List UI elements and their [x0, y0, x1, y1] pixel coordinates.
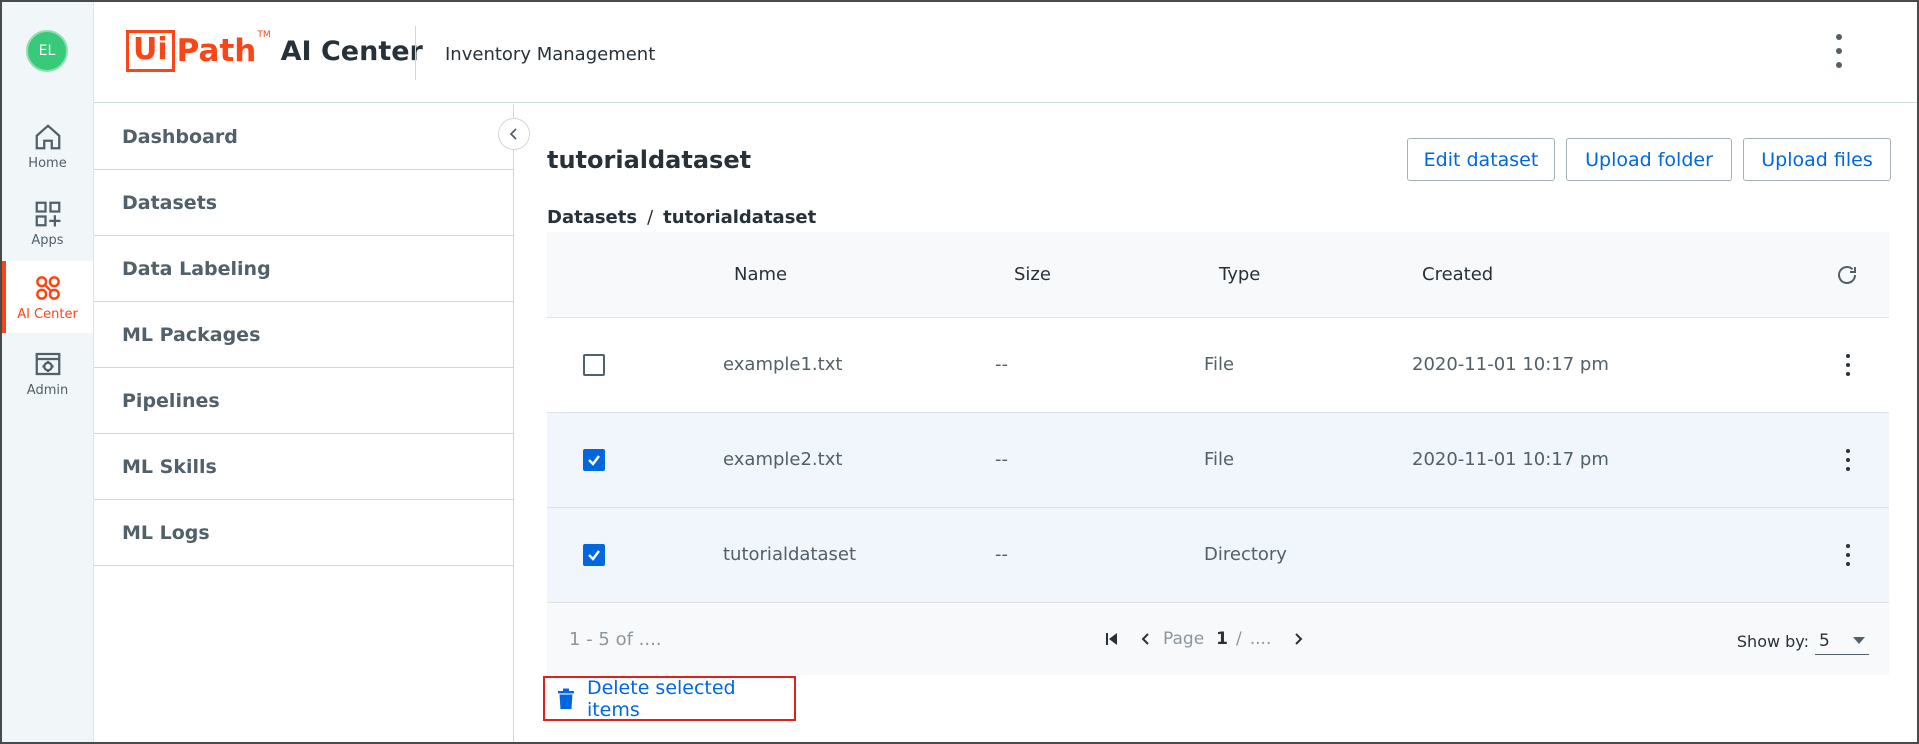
- page-number[interactable]: 1: [1216, 629, 1228, 649]
- breadcrumb-datasets[interactable]: Datasets: [547, 207, 637, 228]
- delete-selected-label: Delete selected items: [586, 676, 736, 721]
- upload-files-button[interactable]: Upload files: [1743, 138, 1891, 181]
- nav-item-data-labeling[interactable]: Data Labeling: [94, 236, 513, 302]
- row-checkbox[interactable]: [583, 544, 605, 566]
- table-row[interactable]: example2.txt -- File 2020-11-01 10:17 pm: [547, 413, 1889, 508]
- page-separator: /: [1236, 629, 1242, 649]
- table-header: Name Size Type Created: [547, 232, 1889, 318]
- ai-center-icon: [35, 275, 60, 300]
- tenant-name: Inventory Management: [445, 44, 656, 65]
- admin-icon: [35, 352, 60, 375]
- nav-item-dashboard[interactable]: Dashboard: [94, 104, 513, 170]
- nav-item-datasets[interactable]: Datasets: [94, 170, 513, 236]
- cell-name[interactable]: example1.txt: [723, 354, 842, 375]
- chevron-left-icon: [1141, 633, 1149, 645]
- main-content: tutorialdataset Edit dataset Upload fold…: [543, 104, 1891, 742]
- page-size-select[interactable]: 5: [1815, 627, 1869, 655]
- cell-created: 2020-11-01 10:17 pm: [1412, 354, 1609, 375]
- delete-selected-button[interactable]: Delete selected items: [543, 676, 796, 721]
- rail-item-apps[interactable]: Apps: [2, 187, 93, 259]
- row-more-icon[interactable]: [1843, 544, 1853, 566]
- prev-page-button[interactable]: [1129, 627, 1163, 651]
- secondary-nav: Dashboard Datasets Data Labeling ML Pack…: [94, 104, 514, 742]
- row-more-icon[interactable]: [1843, 354, 1853, 376]
- chevron-left-icon: [509, 128, 517, 140]
- checkmark-icon: [588, 550, 600, 561]
- cell-created: 2020-11-01 10:17 pm: [1412, 449, 1609, 470]
- row-checkbox[interactable]: [583, 449, 605, 471]
- files-table: Name Size Type Created example1.txt -- F…: [547, 232, 1889, 675]
- nav-item-ml-packages[interactable]: ML Packages: [94, 302, 513, 368]
- nav-item-ml-skills[interactable]: ML Skills: [94, 434, 513, 500]
- checkmark-icon: [588, 455, 600, 466]
- column-name[interactable]: Name: [734, 264, 787, 285]
- home-icon: [35, 123, 60, 149]
- first-page-button[interactable]: [1095, 627, 1129, 651]
- rail-item-admin[interactable]: Admin: [2, 337, 93, 409]
- logo-path: Path: [176, 33, 257, 69]
- rail-item-home[interactable]: Home: [2, 110, 93, 182]
- logo-tm: TM: [257, 30, 271, 40]
- page-total: ....: [1249, 629, 1272, 649]
- column-type[interactable]: Type: [1219, 264, 1260, 285]
- collapse-nav-button[interactable]: [498, 118, 530, 150]
- caret-down-icon: [1853, 636, 1865, 644]
- product-name: AI Center: [280, 35, 423, 67]
- cell-type: File: [1204, 449, 1235, 470]
- show-by-label: Show by:: [1736, 631, 1809, 651]
- breadcrumb: Datasets / tutorialdataset: [547, 207, 816, 228]
- more-options-icon[interactable]: [1829, 34, 1849, 68]
- pagination-bar: 1 - 5 of .... Page 1 / .... Show by: 5: [547, 603, 1889, 675]
- table-row[interactable]: tutorialdataset -- Directory: [547, 508, 1889, 603]
- app-window: EL Home Apps AI Center Admin Ui Path TM …: [0, 0, 1919, 744]
- nav-item-pipelines[interactable]: Pipelines: [94, 368, 513, 434]
- page-size-value: 5: [1819, 630, 1830, 651]
- edit-dataset-button[interactable]: Edit dataset: [1407, 138, 1555, 181]
- logo-ui: Ui: [126, 30, 175, 72]
- column-size[interactable]: Size: [1014, 264, 1051, 285]
- left-rail: EL Home Apps AI Center Admin: [2, 2, 94, 742]
- page-title: tutorialdataset: [547, 146, 752, 174]
- top-header: Ui Path TM AI Center Inventory Managemen…: [94, 2, 1917, 103]
- refresh-icon[interactable]: [1835, 263, 1859, 287]
- breadcrumb-separator: /: [647, 207, 654, 228]
- rail-item-label: Admin: [26, 382, 69, 398]
- row-checkbox[interactable]: [583, 354, 605, 376]
- first-page-icon: [1106, 633, 1117, 645]
- column-created[interactable]: Created: [1422, 264, 1493, 285]
- trash-icon: [557, 688, 574, 709]
- pagination-range: 1 - 5 of ....: [569, 629, 662, 650]
- apps-icon: [35, 201, 60, 226]
- breadcrumb-current: tutorialdataset: [663, 207, 817, 228]
- rail-item-label: Home: [28, 155, 67, 171]
- nav-item-ml-logs[interactable]: ML Logs: [94, 500, 513, 566]
- cell-size: --: [995, 354, 1008, 375]
- rail-item-label: Apps: [31, 232, 64, 248]
- next-page-button[interactable]: [1281, 627, 1315, 651]
- chevron-right-icon: [1295, 633, 1303, 645]
- uipath-logo[interactable]: Ui Path TM AI Center: [126, 30, 423, 72]
- header-divider: [415, 26, 416, 80]
- cell-type: Directory: [1204, 544, 1287, 565]
- cell-size: --: [995, 449, 1008, 470]
- cell-name[interactable]: example2.txt: [723, 449, 842, 470]
- page-label: Page: [1163, 629, 1205, 649]
- rail-item-label: AI Center: [17, 306, 78, 322]
- cell-name[interactable]: tutorialdataset: [723, 544, 856, 565]
- table-row[interactable]: example1.txt -- File 2020-11-01 10:17 pm: [547, 318, 1889, 413]
- row-more-icon[interactable]: [1843, 449, 1853, 471]
- show-by: Show by: 5: [1737, 627, 1869, 655]
- cell-size: --: [995, 544, 1008, 565]
- avatar[interactable]: EL: [26, 30, 68, 72]
- cell-type: File: [1204, 354, 1235, 375]
- rail-item-ai-center[interactable]: AI Center: [2, 261, 93, 333]
- pagination-controls: Page 1 / ....: [1095, 627, 1315, 651]
- upload-folder-button[interactable]: Upload folder: [1566, 138, 1732, 181]
